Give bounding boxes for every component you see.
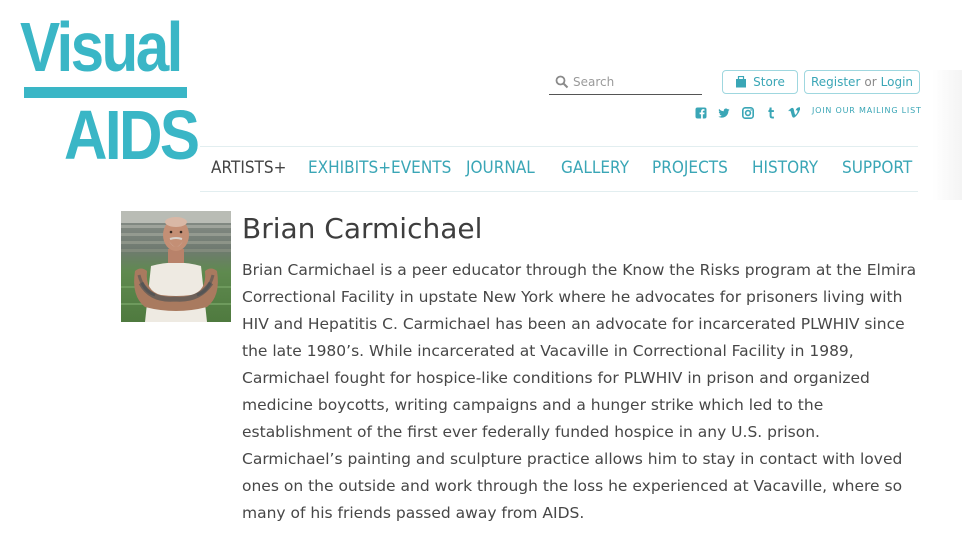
- search-icon[interactable]: [555, 75, 569, 89]
- nav-item-gallery[interactable]: GALLERY: [561, 158, 629, 178]
- artist-photo: [121, 211, 231, 322]
- instagram-icon: [742, 107, 754, 119]
- twitter-icon: [718, 108, 730, 118]
- nav-item-journal[interactable]: JOURNAL: [466, 158, 535, 178]
- or-label: or: [864, 75, 877, 89]
- register-link[interactable]: Register: [811, 75, 860, 89]
- nav-item-support[interactable]: SUPPORT: [842, 158, 912, 178]
- mailing-list-link[interactable]: JOIN OUR MAILING LIST: [812, 106, 922, 115]
- logo-word-aids: AIDS: [64, 96, 200, 174]
- nav-item-artists[interactable]: ARTISTS+: [211, 158, 286, 178]
- edge-shadow: [932, 70, 962, 200]
- artist-bio: Brian Carmichael is a peer educator thro…: [242, 261, 917, 522]
- nav-item-exhibits-events[interactable]: EXHIBITS+EVENTS: [308, 158, 451, 178]
- shopping-bag-icon: [736, 76, 747, 88]
- artist-name: Brian Carmichael: [242, 212, 483, 245]
- store-label: Store: [753, 75, 785, 89]
- logo-word-visual: Visual: [20, 8, 183, 86]
- register-login-button[interactable]: Register or Login: [804, 70, 920, 94]
- store-button[interactable]: Store: [722, 70, 798, 94]
- instagram-link[interactable]: [742, 105, 754, 121]
- vimeo-link[interactable]: [788, 105, 800, 121]
- tumblr-link[interactable]: [765, 105, 777, 121]
- twitter-link[interactable]: [718, 105, 730, 121]
- nav-item-projects[interactable]: PROJECTS: [652, 158, 728, 178]
- tumblr-icon: [768, 107, 774, 119]
- search-box: [549, 72, 702, 95]
- vimeo-icon: [788, 107, 800, 118]
- login-link[interactable]: Login: [881, 75, 913, 89]
- facebook-icon: [695, 107, 707, 119]
- site-logo[interactable]: Visual AIDS: [20, 12, 200, 170]
- nav-item-history[interactable]: HISTORY: [752, 158, 818, 178]
- facebook-link[interactable]: [695, 105, 707, 121]
- search-input[interactable]: [573, 73, 698, 91]
- main-nav: ARTISTS+ EXHIBITS+EVENTS JOURNAL GALLERY…: [200, 146, 918, 192]
